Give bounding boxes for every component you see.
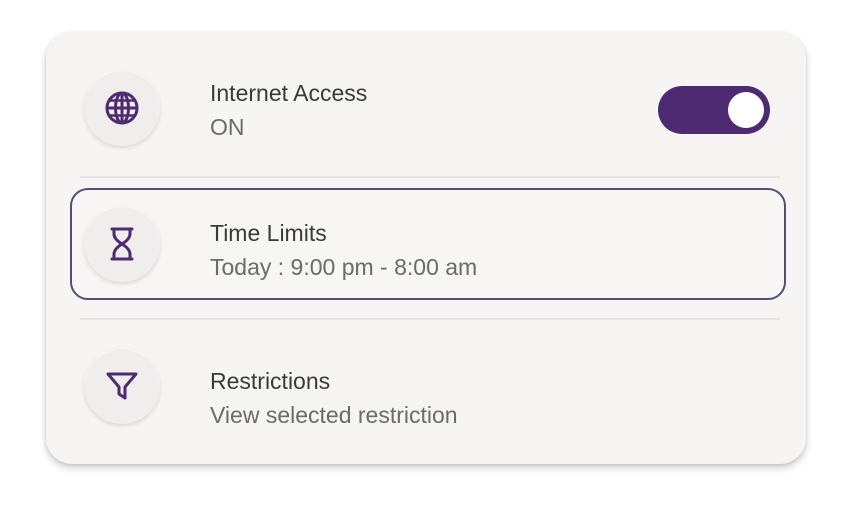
divider: [80, 318, 780, 320]
toggle-knob: [728, 92, 764, 128]
settings-card: Internet Access ON Time Limits Today : 9…: [46, 32, 806, 464]
restrictions-icon-button: [84, 348, 160, 424]
divider: [80, 176, 780, 178]
restrictions-title: Restrictions: [210, 368, 331, 394]
filter-icon: [106, 372, 138, 400]
internet-access-row[interactable]: Internet Access ON: [70, 52, 786, 164]
time-limits-row[interactable]: Time Limits Today : 9:00 pm - 8:00 am: [70, 188, 786, 300]
time-limits-schedule: Today : 9:00 pm - 8:00 am: [210, 254, 478, 280]
hourglass-icon: [110, 227, 134, 261]
restrictions-subtitle: View selected restriction: [210, 402, 458, 428]
internet-access-icon-button: [84, 70, 160, 146]
globe-icon: [105, 91, 139, 125]
internet-access-title: Internet Access: [210, 80, 368, 106]
internet-access-status: ON: [210, 114, 245, 140]
time-limits-icon-button: [84, 206, 160, 282]
internet-access-toggle[interactable]: [658, 86, 770, 134]
time-limits-title: Time Limits: [210, 220, 327, 246]
restrictions-row[interactable]: Restrictions View selected restriction: [70, 330, 786, 442]
